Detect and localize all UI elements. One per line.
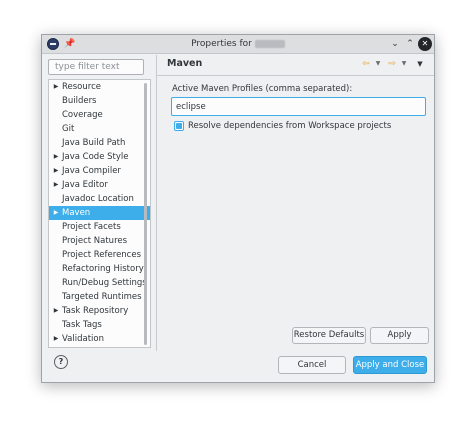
- tree-item-label: Project Facets: [62, 222, 121, 232]
- tree-item-label: Builders: [62, 96, 97, 106]
- tree-item[interactable]: Refactoring History: [49, 262, 150, 276]
- tree-item[interactable]: ▶ Java Editor: [49, 178, 150, 192]
- tree-item[interactable]: Project Natures: [49, 234, 150, 248]
- tree-item-label: Javadoc Location: [62, 194, 134, 204]
- tree-item[interactable]: Project References: [49, 248, 150, 262]
- expand-arrow-icon[interactable]: ▶: [52, 332, 60, 346]
- tree-item[interactable]: Targeted Runtimes: [49, 290, 150, 304]
- back-dropdown-chevron-icon[interactable]: ▼: [374, 58, 382, 70]
- tree-item-label: Project References: [62, 250, 142, 260]
- minimize-chevron-down-icon[interactable]: ⌄: [388, 37, 402, 51]
- view-menu-chevron-down-icon[interactable]: ▼: [415, 58, 425, 70]
- panel-divider[interactable]: [156, 55, 157, 351]
- tree-item[interactable]: ▶ Java Compiler: [49, 164, 150, 178]
- tree-item-label: Java Compiler: [62, 166, 121, 176]
- maximize-chevron-up-icon[interactable]: ⌃: [403, 37, 417, 51]
- tree-item-label: Maven: [62, 208, 91, 218]
- tree-item[interactable]: ▶ Validation: [49, 332, 150, 346]
- window-title-text: Properties for: [191, 39, 252, 49]
- apply-and-close-button[interactable]: Apply and Close: [353, 356, 427, 374]
- tree-item[interactable]: ▶ Java Code Style: [49, 150, 150, 164]
- tree-item[interactable]: Builders: [49, 94, 150, 108]
- tree-item-label: Git: [62, 124, 75, 134]
- tree-item[interactable]: Javadoc Location: [49, 192, 150, 206]
- resolve-workspace-label[interactable]: Resolve dependencies from Workspace proj…: [188, 121, 391, 132]
- tree-item[interactable]: Project Facets: [49, 220, 150, 234]
- resolve-workspace-checkbox[interactable]: [174, 121, 184, 131]
- tree-item-label: Java Build Path: [62, 138, 126, 148]
- expand-arrow-icon[interactable]: ▶: [52, 164, 60, 178]
- tree-item[interactable]: Task Tags: [49, 318, 150, 332]
- title-bar[interactable]: 📌 Properties for ⌄ ⌃ ✕: [42, 35, 434, 54]
- tree-item[interactable]: Run/Debug Settings: [49, 276, 150, 290]
- restore-defaults-button[interactable]: Restore Defaults: [292, 327, 366, 344]
- tree-item[interactable]: Coverage: [49, 108, 150, 122]
- filter-input[interactable]: [48, 59, 144, 75]
- tree-item[interactable]: Git: [49, 122, 150, 136]
- tree-item-label: Java Code Style: [62, 152, 129, 162]
- tree-item[interactable]: ▶ Task Repository: [49, 304, 150, 318]
- active-profiles-input[interactable]: [171, 97, 426, 116]
- tree-item[interactable]: ▶ Resource: [49, 80, 150, 94]
- tree-item-label: Coverage: [62, 110, 103, 120]
- page-title: Maven: [167, 58, 203, 69]
- expand-arrow-icon[interactable]: ▶: [52, 80, 60, 94]
- properties-dialog: 📌 Properties for ⌄ ⌃ ✕ ▶ResourceBuilders…: [41, 34, 435, 383]
- window-title: Properties for: [42, 35, 434, 53]
- tree-item-label: Targeted Runtimes: [62, 292, 142, 302]
- property-page-tree[interactable]: ▶ Resource Builders Coverage Git Java Build P…: [48, 79, 151, 348]
- tree-scrollbar[interactable]: [144, 83, 147, 345]
- tree-item-label: Refactoring History: [62, 264, 144, 274]
- tree-item-label: Task Tags: [62, 320, 102, 330]
- expand-arrow-icon[interactable]: ▶: [52, 178, 60, 192]
- apply-button[interactable]: Apply: [370, 327, 429, 344]
- profiles-label: Active Maven Profiles (comma separated):: [172, 84, 353, 94]
- forward-dropdown-chevron-icon[interactable]: ▼: [400, 58, 408, 70]
- forward-arrow-icon[interactable]: ⇨: [386, 58, 398, 70]
- tree-item[interactable]: Java Build Path: [49, 136, 150, 150]
- tree-item-label: Validation: [62, 334, 104, 344]
- header-separator: [157, 75, 434, 76]
- tree-item-label: Run/Debug Settings: [62, 278, 147, 288]
- expand-arrow-icon[interactable]: ▶: [52, 206, 60, 220]
- close-icon[interactable]: ✕: [418, 37, 432, 51]
- tree-item-label: Task Repository: [62, 306, 129, 316]
- tree-item-label: Project Natures: [62, 236, 128, 246]
- expand-arrow-icon[interactable]: ▶: [52, 150, 60, 164]
- tree-item-label: Resource: [62, 82, 101, 92]
- expand-arrow-icon[interactable]: ▶: [52, 304, 60, 318]
- tree-item[interactable]: ▶ Maven: [49, 206, 150, 220]
- back-arrow-icon[interactable]: ⇦: [360, 58, 372, 70]
- tree-item-label: Java Editor: [62, 180, 108, 190]
- help-icon[interactable]: ?: [54, 355, 68, 369]
- redacted-project-name: [254, 39, 285, 48]
- cancel-button[interactable]: Cancel: [278, 356, 346, 374]
